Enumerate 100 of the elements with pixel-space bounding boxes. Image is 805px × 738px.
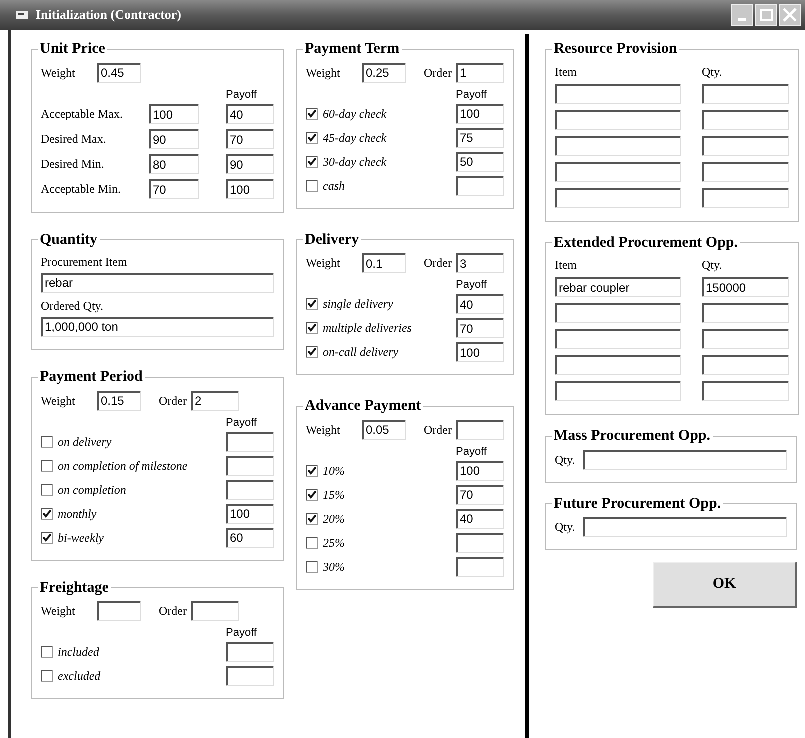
input-field[interactable] bbox=[226, 456, 274, 476]
column-header: Item bbox=[555, 257, 578, 274]
input-field[interactable] bbox=[226, 432, 274, 452]
checkbox[interactable] bbox=[306, 512, 318, 524]
input-field[interactable]: 70 bbox=[226, 129, 274, 149]
option-label: monthly bbox=[58, 506, 97, 522]
input-field[interactable]: 80 bbox=[149, 154, 199, 174]
input-field[interactable] bbox=[456, 420, 504, 440]
checkbox[interactable] bbox=[41, 646, 53, 658]
field-label: Desired Max. bbox=[41, 131, 108, 148]
checkbox[interactable] bbox=[306, 132, 318, 144]
input-field[interactable]: 90 bbox=[149, 129, 199, 149]
input-field[interactable] bbox=[456, 556, 504, 576]
option-label: 10% bbox=[323, 462, 345, 480]
option-label: single delivery bbox=[323, 296, 394, 313]
checkbox[interactable] bbox=[306, 536, 318, 548]
input-field[interactable] bbox=[226, 666, 274, 686]
input-field[interactable] bbox=[456, 532, 504, 552]
checkbox[interactable] bbox=[306, 322, 318, 334]
input-field[interactable] bbox=[555, 84, 681, 104]
input-field[interactable]: 0.05 bbox=[362, 420, 406, 440]
input-field[interactable]: 100 bbox=[149, 104, 199, 124]
input-field[interactable]: 75 bbox=[456, 128, 504, 148]
checkbox[interactable] bbox=[306, 464, 318, 476]
window-title: Initialization (Contractor) bbox=[36, 6, 182, 24]
checkbox[interactable] bbox=[41, 670, 53, 682]
input-field[interactable] bbox=[555, 162, 681, 182]
input-field[interactable]: 100 bbox=[456, 104, 504, 124]
input-field[interactable] bbox=[555, 188, 681, 208]
input-field[interactable] bbox=[190, 601, 239, 621]
checkbox[interactable] bbox=[306, 298, 318, 310]
checkbox[interactable] bbox=[306, 180, 318, 192]
input-field[interactable]: 0.15 bbox=[97, 390, 141, 410]
input-field[interactable] bbox=[583, 450, 787, 470]
input-field[interactable]: 40 bbox=[456, 508, 504, 528]
input-field[interactable] bbox=[702, 136, 789, 156]
input-field[interactable] bbox=[555, 136, 681, 156]
input-field[interactable]: 40 bbox=[456, 294, 504, 314]
input-field[interactable]: rebar bbox=[41, 272, 274, 292]
input-field[interactable] bbox=[702, 84, 789, 104]
input-field[interactable] bbox=[583, 517, 787, 537]
input-field[interactable]: 60 bbox=[226, 528, 274, 548]
input-field[interactable]: 70 bbox=[456, 484, 504, 504]
input-field[interactable]: 100 bbox=[456, 342, 504, 362]
option-label: cash bbox=[323, 178, 345, 194]
input-field[interactable] bbox=[702, 329, 789, 349]
input-field[interactable]: 0.25 bbox=[362, 62, 406, 82]
input-field[interactable] bbox=[456, 176, 504, 196]
input-field[interactable] bbox=[226, 642, 274, 662]
checkbox[interactable] bbox=[306, 346, 318, 358]
group-title: Freightage bbox=[39, 578, 110, 598]
input-field[interactable]: 100 bbox=[456, 460, 504, 480]
input-field[interactable]: 150000 bbox=[702, 277, 789, 297]
checkbox[interactable] bbox=[306, 560, 318, 572]
group-title: Payment Term bbox=[304, 40, 401, 59]
input-field[interactable] bbox=[555, 329, 681, 349]
column-header: Qty. bbox=[702, 64, 722, 80]
field-label: Qty. bbox=[555, 452, 576, 468]
checkbox[interactable] bbox=[306, 108, 318, 120]
checkbox[interactable] bbox=[41, 484, 53, 496]
input-field[interactable] bbox=[555, 381, 681, 401]
input-field[interactable] bbox=[555, 303, 681, 323]
input-field[interactable]: 0.1 bbox=[362, 253, 406, 273]
input-field[interactable]: 100 bbox=[226, 179, 274, 199]
checkbox[interactable] bbox=[41, 508, 53, 520]
input-field[interactable]: rebar coupler bbox=[555, 277, 681, 297]
input-field[interactable] bbox=[702, 110, 789, 130]
checkbox[interactable] bbox=[41, 436, 53, 448]
checkbox[interactable] bbox=[306, 156, 318, 168]
input-field[interactable]: 90 bbox=[226, 154, 274, 174]
input-field[interactable] bbox=[702, 355, 789, 375]
input-field[interactable] bbox=[702, 381, 789, 401]
input-field[interactable] bbox=[702, 188, 789, 208]
input-field[interactable] bbox=[702, 162, 789, 182]
input-field[interactable] bbox=[555, 355, 681, 375]
input-field[interactable]: 70 bbox=[456, 318, 504, 338]
option-label: multiple deliveries bbox=[323, 320, 412, 337]
input-field[interactable]: 70 bbox=[149, 179, 199, 199]
option-label: 45-day check bbox=[323, 130, 387, 146]
checkbox[interactable] bbox=[41, 532, 53, 544]
ok-button[interactable]: OK bbox=[653, 562, 797, 608]
option-label: 30% bbox=[323, 558, 345, 576]
input-field[interactable] bbox=[555, 110, 681, 130]
option-label: excluded bbox=[58, 668, 101, 685]
group-title: Extended Procurement Opp. bbox=[553, 234, 740, 252]
maximize-icon bbox=[760, 9, 772, 21]
input-field[interactable]: 1 bbox=[456, 62, 504, 82]
input-field[interactable]: 50 bbox=[456, 152, 504, 172]
input-field[interactable]: 40 bbox=[226, 104, 274, 124]
input-field[interactable]: 0.45 bbox=[97, 62, 141, 82]
input-field[interactable] bbox=[97, 601, 141, 621]
group-title: Quantity bbox=[39, 230, 99, 250]
checkbox[interactable] bbox=[306, 488, 318, 500]
checkbox[interactable] bbox=[41, 460, 53, 472]
input-field[interactable]: 100 bbox=[226, 504, 274, 524]
input-field[interactable] bbox=[702, 303, 789, 323]
input-field[interactable] bbox=[226, 480, 274, 500]
input-field[interactable]: 3 bbox=[456, 253, 504, 273]
input-field[interactable]: 2 bbox=[190, 390, 239, 410]
input-field[interactable]: 1,000,000 ton bbox=[41, 316, 274, 336]
